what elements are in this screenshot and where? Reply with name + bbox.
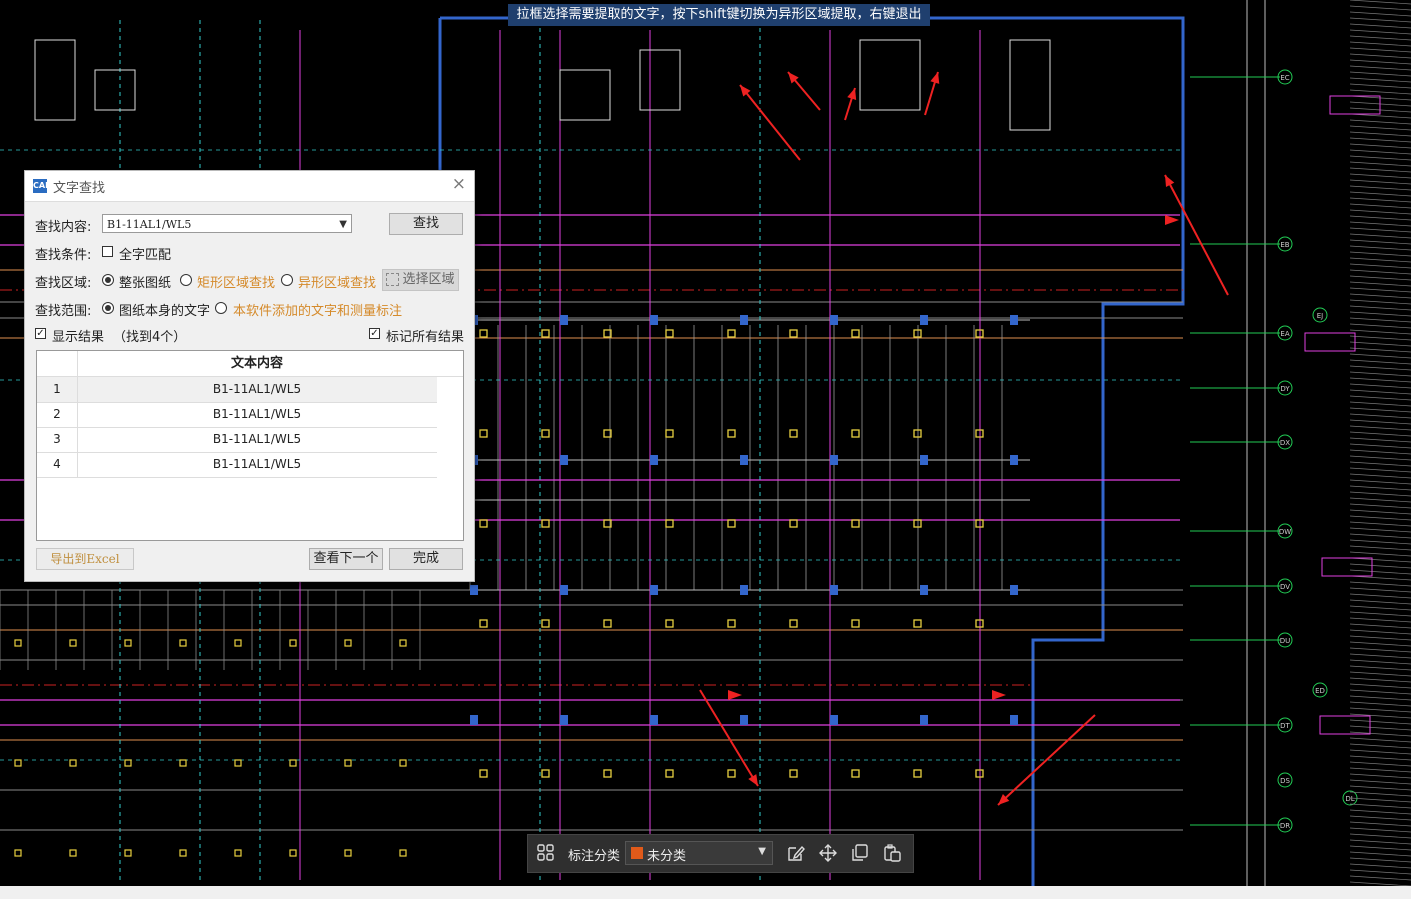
axis-bubble-label: EC bbox=[1280, 74, 1289, 82]
area-radio-irregular[interactable] bbox=[281, 274, 293, 286]
select-area-button[interactable]: 选择区域 bbox=[382, 269, 459, 291]
area-option-rect: 矩形区域查找 bbox=[197, 276, 276, 291]
found-count: （找到4个） bbox=[113, 330, 187, 345]
paste-icon[interactable] bbox=[882, 844, 902, 862]
edit-icon[interactable] bbox=[786, 844, 806, 862]
axis-bubble-label: DR bbox=[1280, 822, 1290, 830]
app-logo-icon: CAD bbox=[33, 179, 52, 193]
search-value: B1-11AL1/WL5 bbox=[107, 218, 192, 231]
index-column-header bbox=[37, 351, 78, 376]
axis-bubble-label: DT bbox=[1280, 722, 1290, 730]
mark-all-checkbox[interactable]: ✓ bbox=[369, 328, 380, 339]
mark-all-label: 标记所有结果 bbox=[386, 330, 465, 345]
select-area-label: 选择区域 bbox=[402, 272, 455, 287]
category-value: 未分类 bbox=[647, 849, 687, 864]
axis-bubble-label: DS bbox=[1280, 777, 1290, 785]
axis-bubble-label: EA bbox=[1280, 330, 1289, 338]
area-radio-whole[interactable] bbox=[102, 274, 114, 286]
text-column-header: 文本内容 bbox=[230, 356, 283, 371]
category-label: 标注分类 bbox=[568, 849, 621, 864]
condition-label: 查找条件: bbox=[35, 248, 92, 263]
find-button[interactable]: 查找 bbox=[389, 213, 463, 235]
dialog-title: 文字查找 bbox=[53, 181, 106, 196]
status-strip bbox=[0, 886, 1411, 899]
whole-match-label: 全字匹配 bbox=[119, 248, 172, 263]
axis-bubble-label: DX bbox=[1280, 439, 1290, 447]
row-text: B1-11AL1/WL5 bbox=[212, 382, 302, 396]
row-index: 1 bbox=[37, 377, 78, 402]
axis-bubble-label: ED bbox=[1315, 687, 1325, 695]
axis-bubble-label: EB bbox=[1280, 241, 1289, 249]
whole-match-checkbox[interactable] bbox=[102, 246, 113, 257]
scope-label: 查找范围: bbox=[35, 304, 92, 319]
row-text: B1-11AL1/WL5 bbox=[212, 457, 302, 471]
row-index: 3 bbox=[37, 427, 78, 452]
search-label: 查找内容: bbox=[35, 220, 92, 235]
export-excel-button[interactable]: 导出到Excel bbox=[36, 548, 134, 570]
move-icon[interactable] bbox=[818, 844, 838, 862]
copy-icon[interactable] bbox=[850, 844, 870, 862]
table-row[interactable]: 1 B1-11AL1/WL5 bbox=[37, 377, 437, 403]
scope-option-drawing: 图纸本身的文字 bbox=[119, 304, 211, 319]
area-label: 查找区域: bbox=[35, 276, 92, 291]
row-index: 2 bbox=[37, 402, 78, 427]
axis-bubble-label: DY bbox=[1280, 385, 1290, 393]
next-result-button[interactable]: 查看下一个 bbox=[309, 548, 383, 570]
text-search-dialog: CAD 文字查找 × 查找内容: B1-11AL1/WL5 ▼ 查找 查找条件:… bbox=[24, 170, 475, 582]
table-header: 文本内容 bbox=[37, 351, 463, 377]
axis-bubble-label: DU bbox=[1280, 637, 1291, 645]
dialog-titlebar[interactable]: CAD 文字查找 × bbox=[25, 171, 474, 202]
search-combobox[interactable]: B1-11AL1/WL5 ▼ bbox=[102, 214, 352, 233]
category-color-swatch bbox=[631, 847, 643, 859]
axis-bubble-label: DV bbox=[1280, 583, 1290, 591]
close-icon[interactable]: × bbox=[452, 174, 466, 194]
chevron-down-icon[interactable]: ▼ bbox=[339, 215, 347, 234]
table-row[interactable]: 3 B1-11AL1/WL5 bbox=[37, 427, 437, 453]
chevron-down-icon: ▼ bbox=[758, 846, 766, 857]
scope-radio-added[interactable] bbox=[215, 302, 227, 314]
area-radio-rect[interactable] bbox=[180, 274, 192, 286]
row-index: 4 bbox=[37, 452, 78, 477]
show-results-checkbox[interactable]: ✓ bbox=[35, 328, 46, 339]
scope-radio-drawing[interactable] bbox=[102, 302, 114, 314]
row-text: B1-11AL1/WL5 bbox=[212, 432, 302, 446]
done-button[interactable]: 完成 bbox=[389, 548, 463, 570]
show-results-label: 显示结果 bbox=[52, 330, 105, 345]
axis-bubble-label: DL bbox=[1345, 795, 1354, 803]
scope-option-added: 本软件添加的文字和测量标注 bbox=[233, 304, 403, 319]
axis-bubble-label: EJ bbox=[1317, 312, 1324, 320]
table-row[interactable]: 4 B1-11AL1/WL5 bbox=[37, 452, 437, 478]
axis-bubble-label: DW bbox=[1279, 528, 1291, 536]
results-table: 文本内容 1 B1-11AL1/WL5 2 B1-11AL1/WL5 3 B1-… bbox=[36, 350, 464, 541]
table-row[interactable]: 2 B1-11AL1/WL5 bbox=[37, 402, 437, 428]
area-option-whole: 整张图纸 bbox=[119, 276, 172, 291]
hint-bar: 拉框选择需要提取的文字，按下shift键切换为异形区域提取，右键退出 bbox=[508, 4, 930, 26]
select-area-icon bbox=[386, 273, 400, 286]
row-text: B1-11AL1/WL5 bbox=[212, 407, 302, 421]
grid-icon[interactable] bbox=[536, 844, 556, 862]
area-option-irregular: 异形区域查找 bbox=[298, 276, 377, 291]
category-select[interactable]: 未分类 ▼ bbox=[625, 841, 773, 865]
annotation-toolbar: 标注分类 未分类 ▼ bbox=[527, 834, 914, 873]
